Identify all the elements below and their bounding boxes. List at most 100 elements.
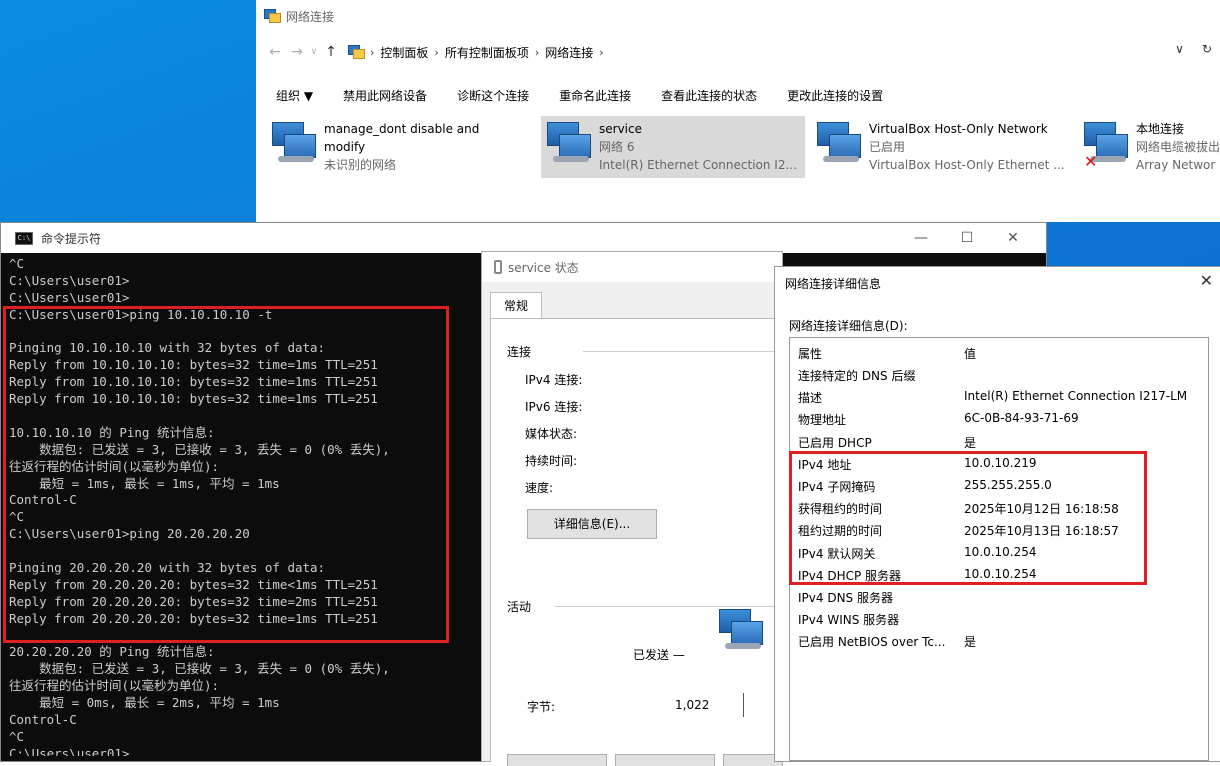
service-status-window: service 状态 常规 连接 IPv4 连接: IPv6 连接: 媒体状态:… xyxy=(481,251,783,766)
connection-name: 本地连接 xyxy=(1136,122,1185,136)
service-status-title: service 状态 xyxy=(508,260,579,275)
connection-network: 网络 6 xyxy=(599,140,635,154)
service-status-titlebar: service 状态 xyxy=(482,252,782,282)
explorer-title: 网络连接 xyxy=(286,9,335,24)
group-activity-label: 活动 xyxy=(507,598,540,615)
cmd-window-controls: — ☐ ✕ xyxy=(898,223,1036,253)
service-general-panel: 连接 IPv4 连接: IPv6 连接: 媒体状态: 持续时间: 速度: 详细信… xyxy=(490,318,783,766)
connection-item[interactable]: manage_dont disable and modify 未识别的网络 xyxy=(256,116,522,178)
command-bar: 组织 ▼ 禁用此网络设备 诊断这个连接 重命名此连接 查看此连接的状态 更改此连… xyxy=(256,84,1220,106)
toolbar-organize[interactable]: 组织 ▼ xyxy=(276,87,313,104)
connection-adapter: Array Networ xyxy=(1136,158,1216,172)
cmd-line: C:\Users\user01> xyxy=(9,272,130,288)
close-icon[interactable]: ✕ xyxy=(990,223,1036,253)
up-arrow-icon[interactable]: ↑ xyxy=(320,44,342,60)
toolbar-disable-device[interactable]: 禁用此网络设备 xyxy=(343,87,427,104)
connection-adapter: VirtualBox Host-Only Ethernet ... xyxy=(869,158,1065,172)
forward-arrow-icon[interactable]: → xyxy=(286,44,308,60)
network-details-dialog: 网络连接详细信息 ✕ 网络连接详细信息(D): 属性 值 连接特定的 DNS 后… xyxy=(774,266,1220,762)
bytes-sent-value: 1,022 xyxy=(675,698,710,712)
network-status-icon xyxy=(494,260,502,274)
cmd-line: Control-C xyxy=(9,712,77,728)
details-dialog-title: 网络连接详细信息 xyxy=(785,277,882,291)
close-icon[interactable]: ✕ xyxy=(1200,271,1213,290)
explorer-titlebar: 网络连接 xyxy=(264,7,334,25)
cmd-line: C:\Users\user01> xyxy=(9,745,130,756)
ipv6-connectivity-label: IPv6 连接: xyxy=(525,400,583,414)
details-row[interactable]: IPv4 WINS 服务器 xyxy=(798,608,1208,630)
breadcrumb-network-connections[interactable]: 网络连接 xyxy=(545,44,593,61)
back-arrow-icon[interactable]: ← xyxy=(264,44,286,60)
breadcrumb-separator-icon: › xyxy=(599,45,604,59)
activity-separator xyxy=(743,693,744,717)
connection-status: 已启用 xyxy=(869,140,906,154)
details-property: IPv4 WINS 服务器 xyxy=(798,613,900,628)
highlight-box-ipv4-details xyxy=(789,451,1147,585)
details-property: 已启用 NetBIOS over Tc... xyxy=(798,635,946,650)
breadcrumb-all-items[interactable]: 所有控制面板项 xyxy=(445,44,529,61)
cmd-icon: C:\ xyxy=(15,231,33,245)
connection-list: manage_dont disable and modify 未识别的网络 se… xyxy=(256,116,1220,182)
maximize-icon[interactable]: ☐ xyxy=(944,223,990,253)
details-property: 连接特定的 DNS 后缀 xyxy=(798,369,916,383)
connection-name: VirtualBox Host-Only Network xyxy=(869,122,1048,136)
details-property: 描述 xyxy=(798,391,823,406)
toolbar-rename[interactable]: 重命名此连接 xyxy=(559,87,631,104)
address-dropdown-icon[interactable]: ∨ xyxy=(1175,42,1184,56)
connection-item[interactable]: VirtualBox Host-Only Network 已启用 Virtual… xyxy=(801,116,1081,178)
details-property: 已启用 DHCP xyxy=(798,435,872,450)
details-value: 是 xyxy=(964,435,977,450)
address-bar[interactable]: › 控制面板 › 所有控制面板项 › 网络连接 › xyxy=(348,44,604,61)
recent-chevron-icon[interactable]: ∨ xyxy=(308,47,320,57)
refresh-icon[interactable]: ↻ xyxy=(1202,42,1212,56)
network-connections-icon xyxy=(264,9,281,23)
properties-button[interactable] xyxy=(507,754,607,766)
details-button[interactable]: 详细信息(E)... xyxy=(527,509,657,539)
cmd-title: 命令提示符 xyxy=(41,231,102,246)
cmd-titlebar: C:\ 命令提示符 — ☐ ✕ xyxy=(1,223,1046,253)
explorer-window: 网络连接 ← → ∨ ↑ › 控制面板 › 所有控制面板项 › 网络连接 › ∨… xyxy=(256,0,1220,222)
network-adapter-disconnected-icon: ✕ xyxy=(1084,122,1128,171)
toolbar-change-settings[interactable]: 更改此连接的设置 xyxy=(787,87,883,104)
bytes-label: 字节: xyxy=(527,700,556,714)
column-header-property[interactable]: 属性 xyxy=(798,345,822,362)
group-divider xyxy=(555,606,783,607)
sent-label: 已发送 — xyxy=(633,648,685,662)
details-row[interactable]: 连接特定的 DNS 后缀 xyxy=(798,364,1208,386)
details-row[interactable]: 已启用 NetBIOS over Tc... 是 xyxy=(798,630,1208,652)
details-header-row: 属性 值 xyxy=(798,342,1208,364)
details-list-label: 网络连接详细信息(D): xyxy=(789,319,908,333)
group-divider xyxy=(583,351,783,352)
connection-adapter: Intel(R) Ethernet Connection I2... xyxy=(599,158,797,172)
breadcrumb-separator-icon: › xyxy=(370,45,375,59)
control-panel-icon xyxy=(348,45,365,59)
network-adapter-icon xyxy=(817,122,861,166)
disable-button[interactable] xyxy=(615,754,715,766)
connection-status: 未识别的网络 xyxy=(324,158,397,172)
activity-network-icon xyxy=(719,609,763,653)
cmd-line: ^C xyxy=(9,256,25,271)
speed-label: 速度: xyxy=(525,481,554,495)
connection-item-selected[interactable]: service 网络 6 Intel(R) Ethernet Connectio… xyxy=(541,116,805,178)
details-row[interactable]: 已启用 DHCP 是 xyxy=(798,431,1208,453)
tab-general[interactable]: 常规 xyxy=(490,292,542,319)
ipv4-connectivity-label: IPv4 连接: xyxy=(525,373,583,387)
details-row[interactable]: 描述 Intel(R) Ethernet Connection I217-LM xyxy=(798,386,1208,408)
details-value: 6C-0B-84-93-71-69 xyxy=(964,411,1079,426)
connection-item[interactable]: ✕ 本地连接 网络电缆被拔出 Array Networ xyxy=(1068,116,1220,178)
cmd-line: 20.20.20.20 的 Ping 统计信息: xyxy=(9,644,215,660)
explorer-navbar: ← → ∨ ↑ › 控制面板 › 所有控制面板项 › 网络连接 › ∨ ↻ xyxy=(256,38,1220,66)
cmd-line: C:\Users\user01> xyxy=(9,289,130,305)
cmd-line: 往返行程的估计时间(以毫秒为单位): xyxy=(9,678,220,694)
breadcrumb-control-panel[interactable]: 控制面板 xyxy=(380,44,428,61)
details-row[interactable]: 物理地址 6C-0B-84-93-71-69 xyxy=(798,408,1208,430)
connection-status: 网络电缆被拔出 xyxy=(1136,140,1220,154)
details-row[interactable]: IPv4 DNS 服务器 xyxy=(798,586,1208,608)
minimize-icon[interactable]: — xyxy=(898,223,944,253)
breadcrumb-separator-icon: › xyxy=(534,45,540,59)
toolbar-diagnose[interactable]: 诊断这个连接 xyxy=(457,87,529,104)
cmd-line: 数据包: 已发送 = 3, 已接收 = 3, 丢失 = 0 (0% 丢失), xyxy=(9,661,390,677)
column-header-value[interactable]: 值 xyxy=(964,345,976,362)
details-value: Intel(R) Ethernet Connection I217-LM xyxy=(964,389,1188,404)
toolbar-view-status[interactable]: 查看此连接的状态 xyxy=(661,87,757,104)
